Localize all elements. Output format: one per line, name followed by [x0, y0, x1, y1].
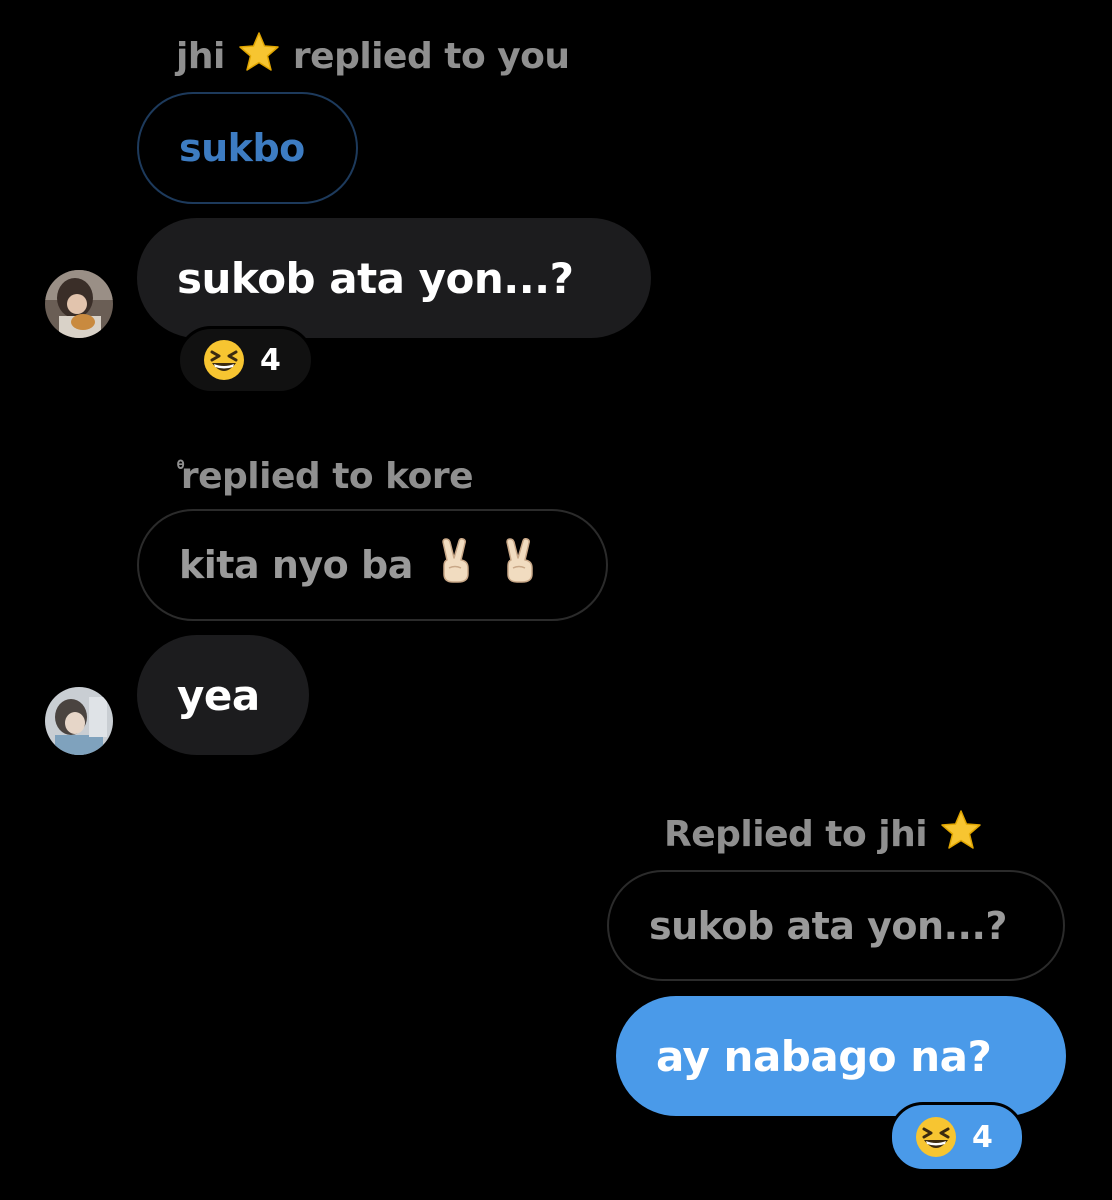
reaction-badge[interactable]: 4 — [889, 1102, 1025, 1172]
quoted-message[interactable]: sukbo — [137, 92, 358, 204]
quoted-message-text: sukob ata yon...? — [649, 903, 1007, 948]
quoted-message[interactable]: kita nyo ba — [137, 509, 608, 621]
reply-label: Replied to jhi — [664, 814, 928, 855]
message-bubble[interactable]: sukob ata yon...? — [137, 218, 651, 338]
reaction-count: 4 — [260, 342, 281, 378]
reply-header: jhi replied to you — [176, 30, 570, 85]
victory-hand-icon — [499, 537, 541, 593]
message-bubble[interactable]: yea — [137, 635, 309, 755]
quoted-message-text: sukbo — [179, 126, 305, 170]
avatar[interactable] — [45, 687, 113, 755]
star-icon — [237, 30, 281, 85]
reply-author-name: jhi — [176, 36, 225, 77]
reply-header: Replied to jhi — [664, 808, 983, 863]
reply-header: ᶿreplied to kore — [176, 448, 474, 499]
reply-label: replied to kore — [180, 456, 474, 497]
victory-hand-icon — [435, 537, 477, 593]
message-text: yea — [177, 670, 260, 720]
star-icon — [939, 808, 983, 863]
message-text: ay nabago na? — [656, 1031, 992, 1081]
quoted-message[interactable]: sukob ata yon...? — [607, 870, 1065, 981]
reaction-badge[interactable]: 4 — [177, 326, 314, 394]
message-text: sukob ata yon...? — [177, 253, 574, 303]
grinning-squinting-face-icon — [914, 1115, 958, 1159]
reply-label: replied to you — [292, 36, 570, 77]
message-bubble-outgoing[interactable]: ay nabago na? — [616, 996, 1066, 1116]
reaction-count: 4 — [972, 1119, 993, 1155]
grinning-squinting-face-icon — [202, 338, 246, 382]
quoted-message-text: kita nyo ba — [179, 543, 413, 587]
avatar[interactable] — [45, 270, 113, 338]
